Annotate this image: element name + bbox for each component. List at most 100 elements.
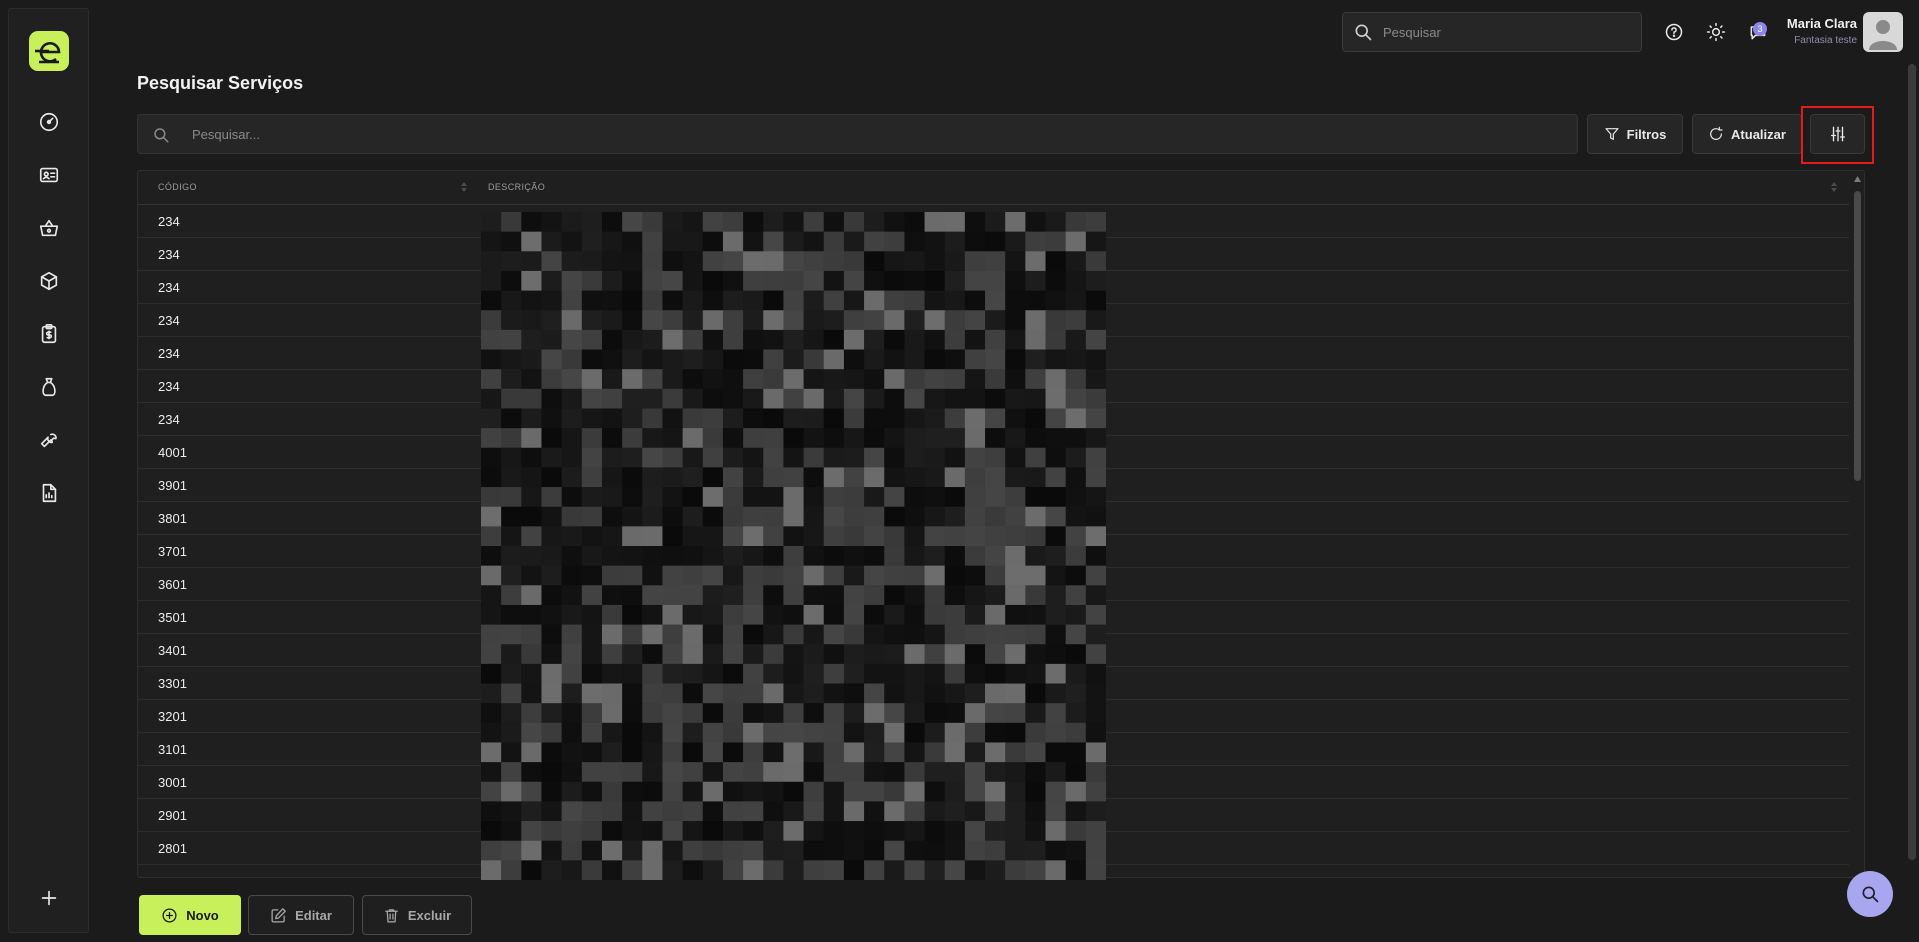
mosaic-cell	[743, 467, 764, 488]
sort-icon[interactable]	[460, 179, 468, 195]
mosaic-cell	[763, 821, 784, 842]
mosaic-cell	[702, 467, 724, 488]
mosaic-cell	[964, 447, 986, 468]
mosaic-cell	[1085, 231, 1106, 252]
mosaic-cell	[722, 801, 744, 822]
mosaic-cell	[1025, 801, 1047, 822]
mosaic-cell	[843, 408, 865, 429]
mosaic-cell	[622, 290, 643, 311]
delete-button[interactable]: Excluir	[362, 895, 472, 935]
mosaic-cell	[561, 369, 583, 390]
mosaic-cell	[501, 251, 522, 272]
mosaic-cell	[642, 644, 663, 665]
mosaic-cell	[541, 703, 563, 724]
global-search[interactable]	[1342, 12, 1642, 52]
mosaic-cell	[1085, 212, 1106, 233]
mosaic-cell	[601, 840, 623, 861]
mosaic-cell	[702, 624, 724, 645]
mosaic-cell	[783, 329, 805, 351]
mosaic-cell	[1025, 762, 1047, 783]
mosaic-cell	[944, 526, 966, 547]
edit-button[interactable]: Editar	[248, 895, 354, 935]
basket-icon[interactable]	[36, 215, 62, 241]
mosaic-cell	[1085, 663, 1106, 685]
mosaic-cell	[904, 624, 926, 645]
contacts-card-icon[interactable]	[36, 162, 62, 188]
mosaic-cell	[803, 369, 825, 390]
row-code: 3101	[158, 742, 187, 757]
report-file-icon[interactable]	[36, 480, 62, 506]
app-logo[interactable]	[29, 31, 69, 71]
column-header-description[interactable]: DESCRIÇÃO	[488, 182, 545, 192]
mosaic-cell	[662, 251, 684, 272]
mosaic-cell	[803, 821, 825, 842]
mosaic-cell	[541, 526, 563, 547]
scrollbar-thumb[interactable]	[1854, 191, 1861, 481]
mosaic-cell	[662, 762, 684, 783]
box-icon[interactable]	[36, 268, 62, 294]
mosaic-cell	[985, 703, 1006, 724]
mosaic-cell	[823, 231, 845, 252]
avatar[interactable]	[1863, 12, 1903, 52]
mosaic-cell	[1065, 762, 1087, 783]
column-header-code[interactable]: CÓDIGO	[158, 182, 197, 192]
mosaic-cell	[823, 506, 845, 527]
mosaic-cell	[1005, 781, 1026, 802]
mosaic-cell	[843, 487, 865, 508]
mosaic-cell	[642, 663, 663, 685]
dashboard-icon[interactable]	[36, 109, 62, 135]
global-search-input[interactable]	[1383, 13, 1633, 51]
services-search[interactable]	[137, 114, 1578, 154]
mosaic-cell	[581, 212, 603, 233]
filters-button[interactable]: Filtros	[1587, 114, 1683, 154]
mosaic-cell	[823, 349, 845, 370]
mosaic-cell	[964, 467, 986, 488]
mosaic-cell	[682, 840, 704, 861]
services-search-input[interactable]	[192, 115, 1562, 153]
table-scrollbar[interactable]	[1851, 173, 1863, 877]
mosaic-cell	[702, 447, 724, 468]
mosaic-cell	[622, 408, 643, 429]
mosaic-cell	[985, 801, 1006, 822]
mosaic-cell	[803, 447, 825, 468]
mosaic-cell	[964, 604, 986, 626]
sort-icon[interactable]	[1830, 179, 1838, 195]
mosaic-cell	[501, 231, 522, 252]
mosaic-cell	[682, 506, 704, 527]
mosaic-cell	[581, 467, 603, 488]
mosaic-cell	[803, 742, 825, 763]
mosaic-cell	[864, 742, 885, 763]
wrench-icon[interactable]	[36, 427, 62, 453]
mosaic-cell	[561, 663, 583, 685]
mosaic-cell	[541, 388, 563, 409]
floating-search-button[interactable]	[1847, 871, 1893, 917]
mosaic-cell	[884, 408, 905, 429]
mosaic-cell	[521, 860, 542, 880]
theme-sun-icon[interactable]	[1704, 20, 1728, 44]
mosaic-cell	[843, 683, 865, 704]
mosaic-cell	[722, 663, 744, 685]
page-scrollbar[interactable]	[1908, 64, 1916, 860]
row-code: 3501	[158, 610, 187, 625]
mosaic-cell	[944, 604, 966, 626]
money-bag-icon[interactable]	[36, 374, 62, 400]
mosaic-cell	[743, 683, 764, 704]
refresh-button[interactable]: Atualizar	[1692, 114, 1802, 154]
plus-icon[interactable]	[36, 885, 62, 911]
mosaic-cell	[521, 683, 542, 704]
mosaic-cell	[964, 781, 986, 802]
mosaic-cell	[944, 742, 966, 763]
scroll-up-arrow-icon[interactable]	[1853, 175, 1862, 183]
receipt-dollar-icon[interactable]	[36, 321, 62, 347]
mosaic-cell	[622, 526, 643, 547]
mosaic-cell	[581, 310, 603, 331]
mosaic-cell	[783, 801, 805, 822]
mosaic-cell	[1025, 624, 1047, 645]
mosaic-cell	[924, 703, 946, 724]
help-icon[interactable]	[1662, 20, 1686, 44]
mosaic-cell	[481, 447, 502, 468]
mosaic-cell	[722, 585, 744, 606]
mosaic-cell	[1005, 860, 1026, 880]
mosaic-cell	[763, 428, 784, 449]
new-button[interactable]: Novo	[139, 895, 241, 935]
